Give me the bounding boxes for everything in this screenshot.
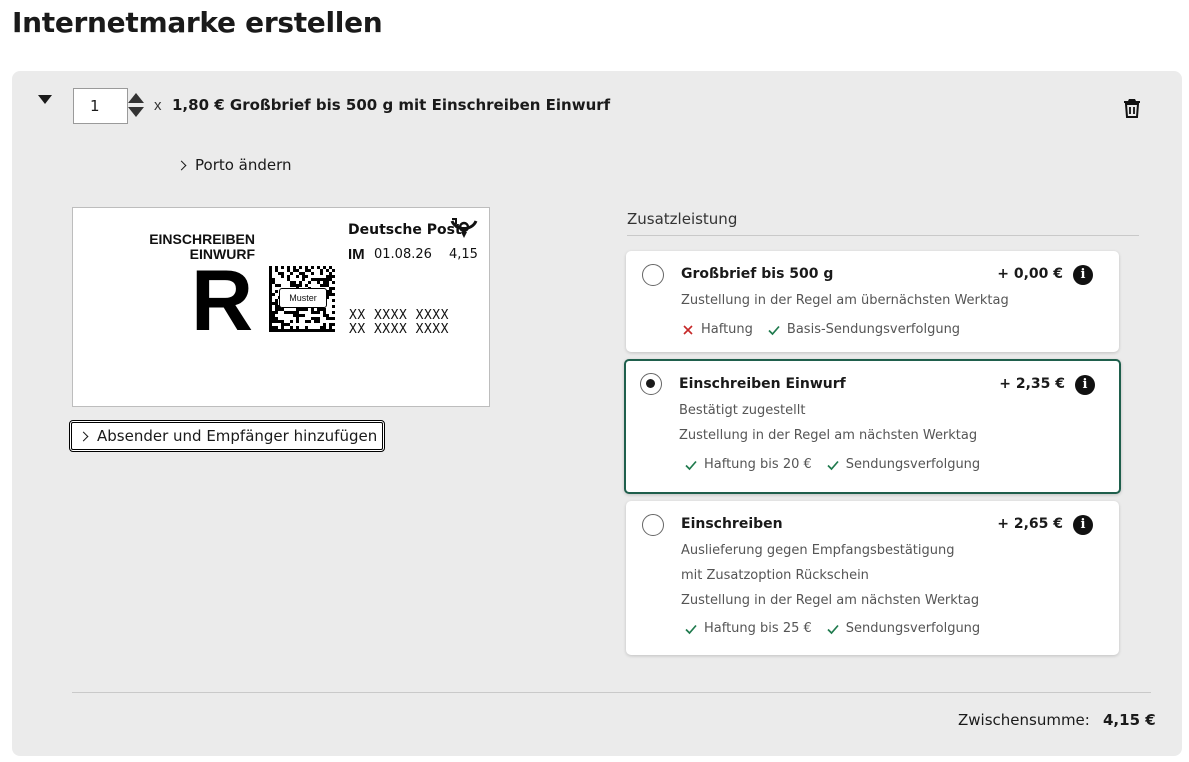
stamp-date: 01.08.26 — [374, 247, 432, 262]
radio-button-selected[interactable] — [640, 373, 662, 395]
decrement-icon[interactable] — [128, 107, 144, 117]
feature-label: Sendungsverfolgung — [845, 621, 981, 636]
add-sender-recipient-button[interactable]: Absender und Empfänger hinzufügen — [69, 420, 386, 452]
option-description: Zustellung in der Regel am nächsten Werk… — [681, 593, 980, 608]
porto-aendern-link[interactable]: Porto ändern — [176, 156, 292, 174]
option-title: Großbrief bis 500 g — [681, 266, 834, 282]
feature-label: Sendungsverfolgung — [845, 457, 981, 472]
option-title: Einschreiben — [681, 516, 783, 532]
option-description: Zustellung in der Regel am nächsten Werk… — [679, 428, 978, 443]
page-title: Internetmarke erstellen — [12, 6, 383, 39]
brand-name: Deutsche Post — [348, 222, 462, 238]
stamp-preview: EINSCHREIBEN EINWURF R Muster Deutsche P… — [72, 207, 490, 407]
info-icon[interactable]: i — [1073, 515, 1093, 535]
option-description: Zustellung in der Regel am übernächsten … — [681, 293, 1009, 308]
subtotal-label: Zwischensumme: — [958, 711, 1090, 729]
subtotal-value: 4,15 € — [1103, 711, 1156, 729]
check-icon — [768, 325, 780, 335]
info-icon[interactable]: i — [1075, 375, 1095, 395]
quantity-input[interactable] — [73, 88, 128, 124]
stamp-code-line: XX XXXX XXXX — [349, 308, 449, 323]
feature-item: Sendungsverfolgung — [826, 621, 980, 636]
stamp-r-letter: R — [191, 253, 254, 349]
option-price: + 2,65 € — [997, 516, 1063, 532]
option-card-einschreiben[interactable]: Einschreiben + 2,65 € i Auslieferung geg… — [626, 501, 1119, 655]
chevron-right-icon — [176, 160, 187, 170]
feature-row: Haftung Basis-Sendungsverfolgung — [681, 322, 968, 337]
stamp-value: 4,15 — [449, 247, 478, 262]
trash-icon[interactable] — [1120, 96, 1144, 120]
radio-button[interactable] — [642, 264, 664, 286]
option-price: + 2,35 € — [999, 376, 1065, 392]
muster-badge: Muster — [279, 288, 327, 308]
cross-icon — [683, 324, 693, 335]
quantity-stepper[interactable] — [128, 93, 146, 119]
check-icon — [685, 624, 697, 634]
porto-aendern-label: Porto ändern — [195, 156, 292, 174]
info-icon[interactable]: i — [1073, 265, 1093, 285]
feature-item: Haftung bis 20 € — [684, 457, 812, 472]
option-card-einschreiben-einwurf[interactable]: Einschreiben Einwurf + 2,35 € i Bestätig… — [624, 359, 1121, 494]
radio-button[interactable] — [642, 514, 664, 536]
option-card-grossbrief[interactable]: Großbrief bis 500 g + 0,00 € i Zustellun… — [626, 251, 1119, 352]
option-description: mit Zusatzoption Rückschein — [681, 568, 869, 583]
feature-label: Haftung bis 20 € — [704, 457, 812, 472]
feature-item: Sendungsverfolgung — [826, 457, 980, 472]
zusatzleistung-heading: Zusatzleistung — [627, 210, 738, 228]
feature-item: Basis-Sendungsverfolgung — [767, 322, 960, 337]
add-sender-recipient-label: Absender und Empfänger hinzufügen — [97, 427, 378, 445]
collapse-toggle-icon[interactable] — [38, 95, 54, 107]
option-title: Einschreiben Einwurf — [679, 376, 846, 392]
feature-item: Haftung bis 25 € — [684, 621, 812, 636]
divider — [627, 235, 1139, 236]
divider — [72, 692, 1151, 693]
option-description: Bestätigt zugestellt — [679, 403, 806, 418]
stamp-label-einschreiben: EINSCHREIBEN — [149, 231, 255, 247]
feature-row: Haftung bis 25 € Sendungsverfolgung — [684, 621, 988, 636]
feature-label: Haftung bis 25 € — [704, 621, 812, 636]
check-icon — [827, 624, 839, 634]
check-icon — [685, 460, 697, 470]
feature-item: Haftung — [681, 322, 753, 337]
feature-label: Basis-Sendungsverfolgung — [786, 322, 961, 337]
product-panel: x 1,80 € Großbrief bis 500 g mit Einschr… — [12, 71, 1182, 756]
stamp-code-line: XX XXXX XXXX — [349, 322, 449, 337]
quantity-multiplier: x — [154, 97, 162, 114]
feature-row: Haftung bis 20 € Sendungsverfolgung — [684, 457, 988, 472]
increment-icon[interactable] — [128, 93, 144, 103]
option-description: Auslieferung gegen Empfangsbestätigung — [681, 543, 955, 558]
feature-label: Haftung — [701, 322, 753, 337]
posthorn-icon — [450, 218, 478, 238]
product-title: 1,80 € Großbrief bis 500 g mit Einschrei… — [172, 96, 611, 114]
option-price: + 0,00 € — [997, 266, 1063, 282]
chevron-right-icon — [78, 431, 89, 441]
check-icon — [827, 460, 839, 470]
stamp-im: IM — [348, 246, 365, 263]
